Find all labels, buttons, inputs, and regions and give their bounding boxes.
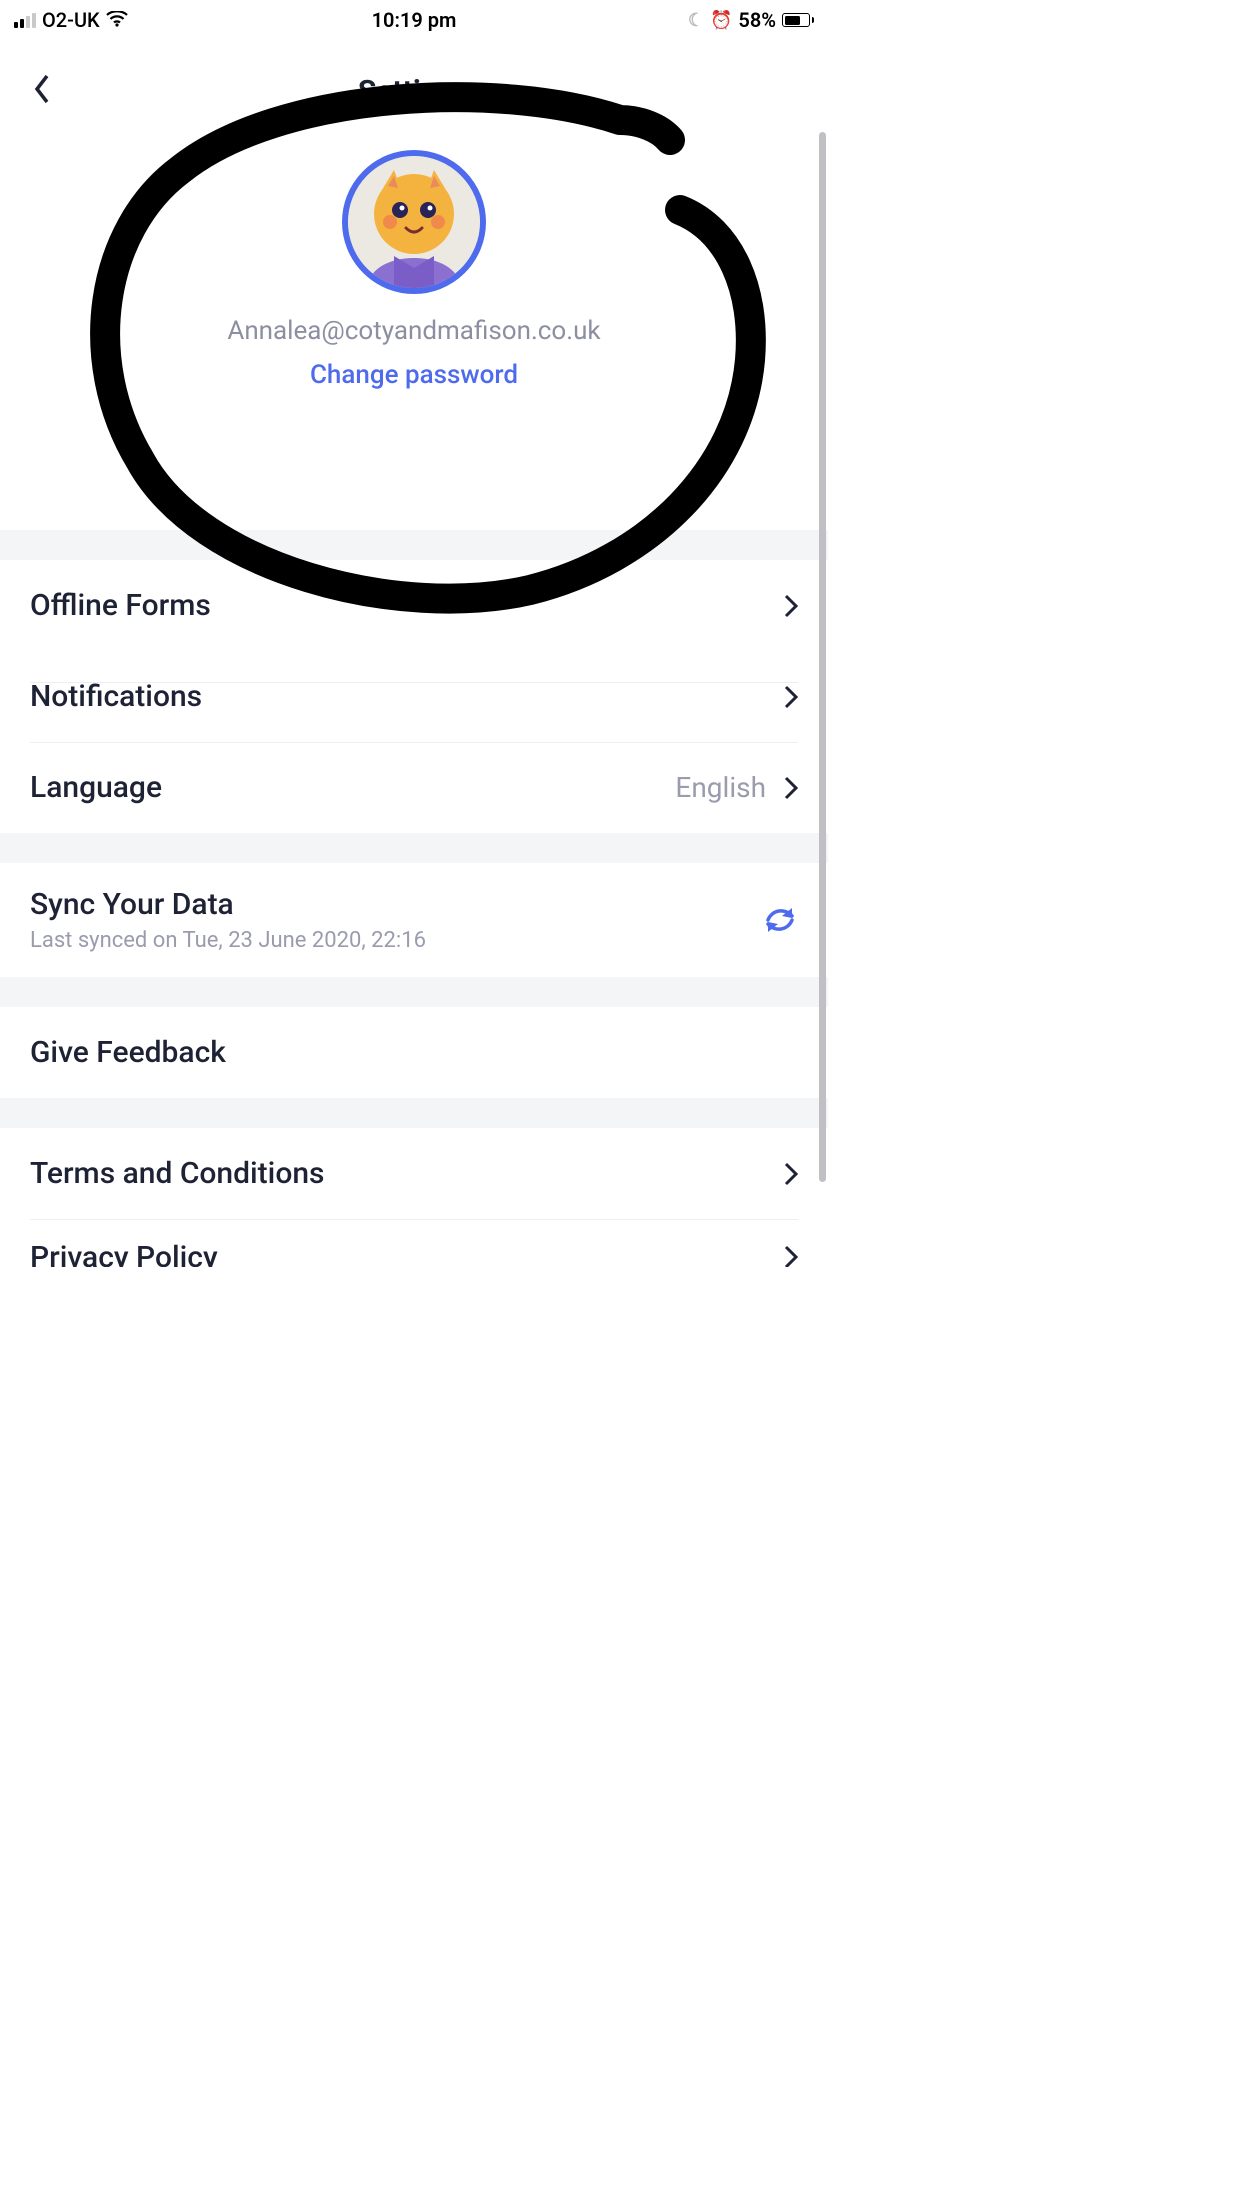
row-terms[interactable]: Terms and Conditions xyxy=(0,1128,828,1219)
avatar[interactable] xyxy=(342,150,486,298)
carrier-label: O2-UK xyxy=(42,8,100,32)
settings-list[interactable]: Offline Forms Notifications Language Eng… xyxy=(0,530,828,1472)
row-notifications[interactable]: Notifications xyxy=(0,651,828,742)
chevron-right-icon xyxy=(784,594,798,618)
row-sync[interactable]: Sync Your Data Last synced on Tue, 23 Ju… xyxy=(0,863,828,977)
alarm-icon: ⏰ xyxy=(710,10,732,31)
back-button[interactable] xyxy=(20,69,64,113)
scrollbar[interactable] xyxy=(819,132,826,1182)
row-label: Language xyxy=(30,770,162,805)
row-label: Terms and Conditions xyxy=(30,1156,324,1191)
group-sync: Sync Your Data Last synced on Tue, 23 Ju… xyxy=(0,863,828,977)
sync-icon[interactable] xyxy=(762,902,798,938)
chevron-right-icon xyxy=(784,1162,798,1186)
battery-percent: 58% xyxy=(738,8,776,32)
row-label: Give Feedback xyxy=(30,1035,226,1070)
avatar-image xyxy=(342,150,486,294)
sync-subtitle: Last synced on Tue, 23 June 2020, 22:16 xyxy=(30,928,426,953)
page-title: Settings xyxy=(358,74,470,109)
status-time: 10:19 pm xyxy=(372,8,457,32)
signal-icon xyxy=(14,13,36,28)
profile-section: Annalea@cotyandmafison.co.uk Change pass… xyxy=(0,150,828,410)
row-label: Privacy Policy xyxy=(30,1240,218,1268)
header: Settings xyxy=(0,56,828,126)
section-separator xyxy=(0,833,828,863)
group-feedback: Give Feedback xyxy=(0,1007,828,1098)
group-legal: Terms and Conditions Privacy Policy xyxy=(0,1128,828,1267)
section-separator xyxy=(0,530,828,560)
chevron-right-icon xyxy=(784,776,798,800)
section-separator xyxy=(0,1098,828,1128)
do-not-disturb-icon: ☾ xyxy=(688,10,704,31)
chevron-left-icon xyxy=(33,74,51,108)
status-bar: O2-UK 10:19 pm ☾ ⏰ 58% xyxy=(0,0,828,40)
change-password-link[interactable]: Change password xyxy=(310,360,518,390)
row-offline-forms[interactable]: Offline Forms xyxy=(0,560,828,651)
row-language[interactable]: Language English xyxy=(0,742,828,833)
row-label: Offline Forms xyxy=(30,588,211,623)
chevron-right-icon xyxy=(784,685,798,709)
battery-icon xyxy=(782,13,814,27)
wifi-icon xyxy=(106,10,128,30)
row-give-feedback[interactable]: Give Feedback xyxy=(0,1007,828,1098)
profile-email: Annalea@cotyandmafison.co.uk xyxy=(0,316,828,346)
status-left: O2-UK xyxy=(14,8,128,32)
row-label: Notifications xyxy=(30,679,202,714)
section-separator xyxy=(0,977,828,1007)
status-right: ☾ ⏰ 58% xyxy=(688,8,814,32)
row-label: Sync Your Data xyxy=(30,887,426,922)
chevron-right-icon xyxy=(784,1245,798,1267)
group-general: Offline Forms Notifications Language Eng… xyxy=(0,560,828,833)
row-value: English xyxy=(675,771,766,804)
row-privacy[interactable]: Privacy Policy xyxy=(0,1219,828,1267)
